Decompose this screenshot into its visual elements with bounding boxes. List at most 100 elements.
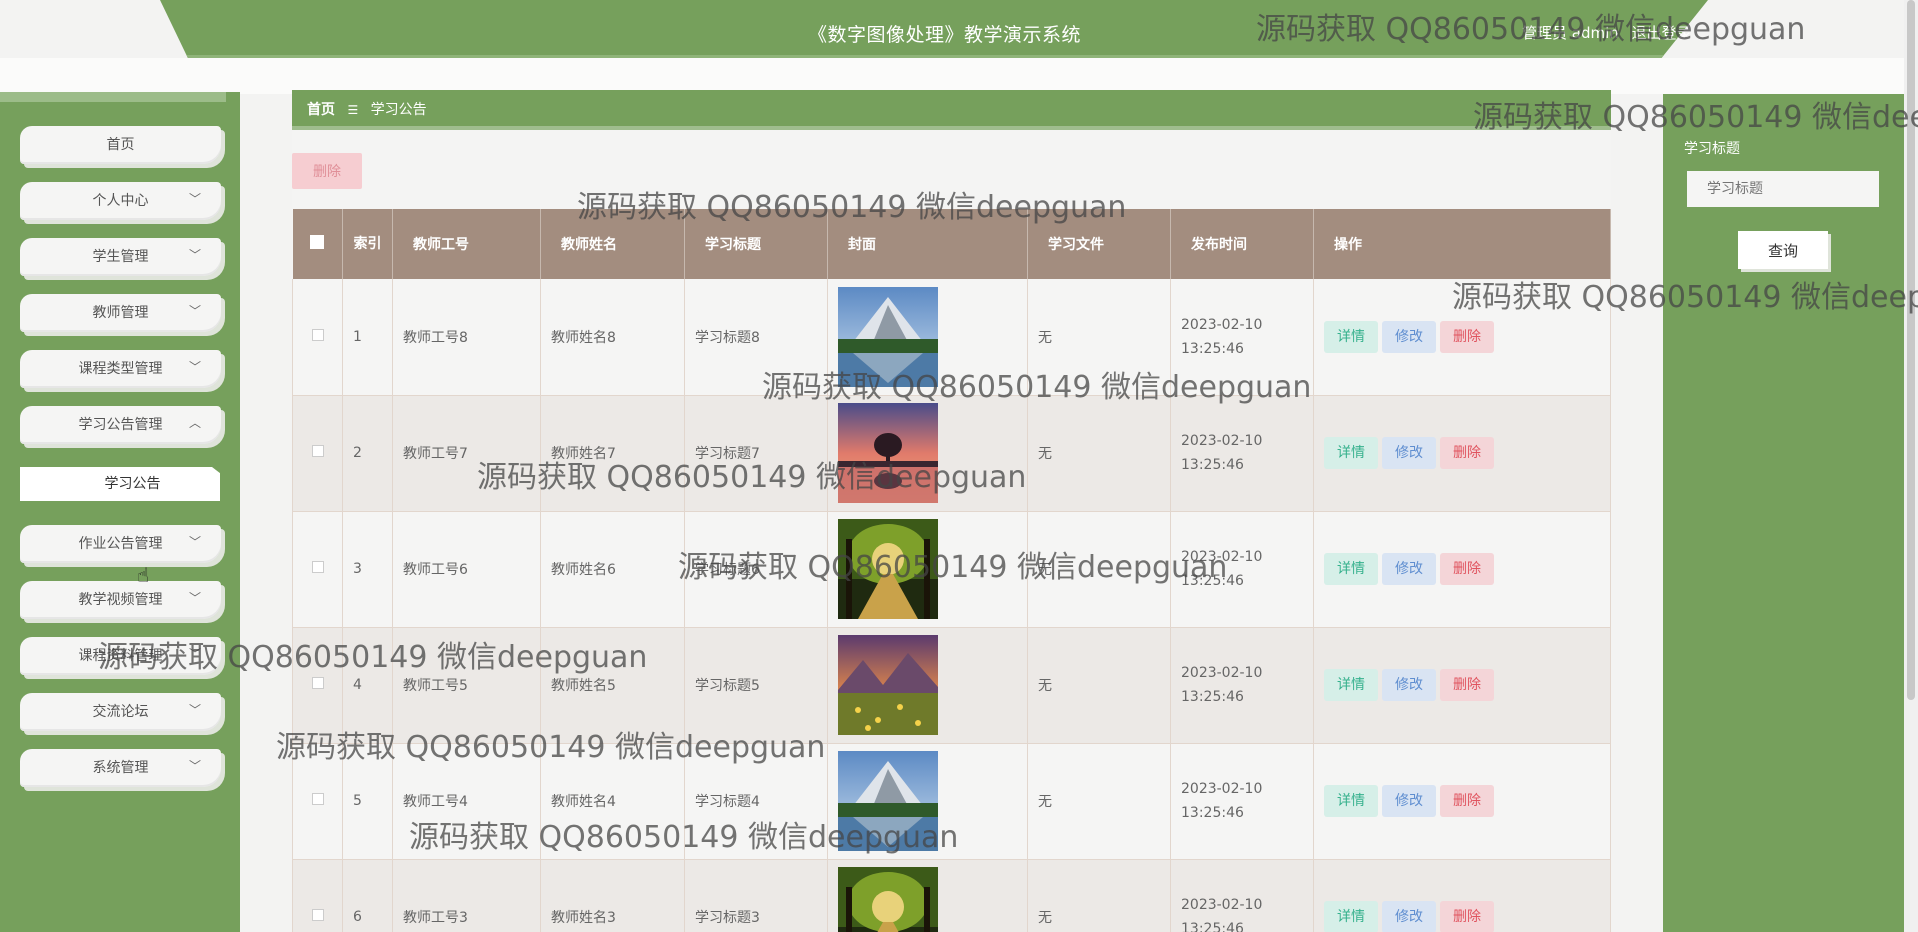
- chevron-down-icon: ﹀: [188, 192, 201, 206]
- row-checkbox[interactable]: [311, 793, 324, 805]
- sidebar-item-1[interactable]: 个人中心 ﹀: [20, 182, 221, 220]
- cell-actions: 详情 修改 删除: [1313, 395, 1611, 512]
- breadcrumb-separator-icon: ☰: [347, 103, 359, 117]
- table-row: 4 教师工号5 教师姓名5 学习标题5 无 2023-02-10 13:25:46 详情 修改…: [292, 627, 1611, 744]
- cell-index: 1: [342, 279, 393, 396]
- cover-image[interactable]: [838, 403, 1027, 503]
- cell-teacher-name: 教师姓名3: [540, 859, 685, 932]
- delete-button[interactable]: 删除: [1440, 320, 1494, 353]
- cover-image[interactable]: [838, 519, 1027, 619]
- chevron-up-icon: ︿: [188, 416, 201, 430]
- cell-index: 5: [342, 743, 393, 860]
- cell-title: 学习标题5: [684, 627, 828, 744]
- cell-cover: [827, 859, 1028, 932]
- cell-title: 学习标题6: [684, 511, 828, 628]
- row-checkbox-cell: [292, 279, 343, 396]
- delete-button[interactable]: 删除: [1440, 669, 1494, 701]
- notice-table: 索引 教师工号 教师姓名 学习标题 封面 学习文件 发布时间 操作 1 教师工号8…: [292, 209, 1611, 932]
- sidebar-item-label: 系统管理: [92, 760, 149, 776]
- sidebar-item-8[interactable]: 课程资料管理 ﹀: [20, 637, 221, 675]
- cell-cover: [827, 395, 1028, 512]
- cell-teacher-name: 教师姓名4: [540, 743, 685, 860]
- cell-cover: [827, 743, 1028, 860]
- cell-title: 学习标题7: [684, 395, 828, 512]
- delete-button[interactable]: 删除: [1440, 437, 1494, 469]
- sidebar-item-label: 作业公告管理: [78, 536, 163, 552]
- cover-image[interactable]: [838, 751, 1027, 851]
- cover-image[interactable]: [838, 286, 1027, 387]
- row-checkbox-cell: [292, 395, 343, 512]
- logout-link[interactable]: 退出登录: [1632, 24, 1692, 42]
- chevron-down-icon: ﹀: [188, 304, 201, 318]
- chevron-down-icon: ﹀: [188, 591, 201, 605]
- chevron-down-icon: ﹀: [188, 647, 201, 661]
- select-all-checkbox[interactable]: [310, 235, 325, 249]
- cell-cover: [827, 279, 1028, 396]
- detail-button[interactable]: 详情: [1324, 669, 1378, 701]
- user-label: 管理员 admin: [1522, 24, 1619, 42]
- search-button[interactable]: 查询: [1738, 231, 1828, 269]
- col-time: 发布时间: [1170, 209, 1314, 279]
- chevron-down-icon: ﹀: [188, 248, 201, 262]
- sidebar-item-label: 课程资料管理: [78, 648, 163, 664]
- sidebar-subitem-study-notice[interactable]: 学习公告: [20, 467, 220, 501]
- cell-time: 2023-02-10 13:25:46: [1170, 395, 1314, 512]
- sidebar-item-0[interactable]: 首页: [20, 126, 221, 164]
- cell-actions: 详情 修改 删除: [1313, 279, 1611, 396]
- edit-button[interactable]: 修改: [1382, 669, 1436, 701]
- col-file: 学习文件: [1027, 209, 1171, 279]
- delete-button[interactable]: 删除: [1440, 901, 1494, 932]
- search-input[interactable]: [1687, 171, 1879, 207]
- table-row: 5 教师工号4 教师姓名4 学习标题4 无 2023-02-10 13:25:46 详情 修改…: [292, 743, 1611, 860]
- cell-teacher-id: 教师工号8: [392, 279, 541, 396]
- scrollbar-thumb[interactable]: [1907, 0, 1915, 700]
- table-row: 1 教师工号8 教师姓名8 学习标题8 无 2023-02-10 13:25:46 详情 修改…: [292, 279, 1611, 396]
- sidebar-cap: [0, 92, 226, 102]
- delete-button[interactable]: 删除: [1440, 553, 1494, 585]
- row-checkbox[interactable]: [311, 677, 324, 689]
- detail-button[interactable]: 详情: [1324, 437, 1378, 469]
- sidebar-item-label: 学习公告管理: [78, 417, 163, 433]
- sidebar-item-10[interactable]: 系统管理 ﹀: [20, 749, 221, 787]
- cover-image[interactable]: [838, 635, 1027, 735]
- sidebar-item-9[interactable]: 交流论坛 ﹀: [20, 693, 221, 731]
- delete-button[interactable]: 删除: [1440, 785, 1494, 817]
- detail-button[interactable]: 详情: [1324, 901, 1378, 932]
- cell-index: 3: [342, 511, 393, 628]
- cell-time: 2023-02-10 13:25:46: [1170, 511, 1314, 628]
- edit-button[interactable]: 修改: [1382, 437, 1436, 469]
- row-checkbox[interactable]: [311, 561, 324, 573]
- row-checkbox[interactable]: [311, 445, 324, 457]
- sidebar-item-label: 学生管理: [92, 249, 149, 265]
- mouse-cursor-icon: ☝: [137, 563, 150, 587]
- col-index: 索引: [342, 209, 393, 279]
- edit-button[interactable]: 修改: [1382, 785, 1436, 817]
- row-checkbox[interactable]: [311, 328, 324, 341]
- col-teacher-id: 教师工号: [392, 209, 541, 279]
- detail-button[interactable]: 详情: [1324, 320, 1378, 353]
- sidebar-item-5[interactable]: 学习公告管理 ︿: [20, 406, 221, 444]
- sidebar-item-2[interactable]: 学生管理 ﹀: [20, 238, 221, 276]
- sidebar-item-7[interactable]: 教学视频管理 ﹀: [20, 581, 221, 619]
- row-checkbox-cell: [292, 627, 343, 744]
- header-band: [0, 58, 1918, 94]
- detail-button[interactable]: 详情: [1324, 553, 1378, 585]
- table-header-row: 索引 教师工号 教师姓名 学习标题 封面 学习文件 发布时间 操作: [292, 209, 1611, 279]
- row-checkbox-cell: [292, 511, 343, 628]
- batch-delete-button[interactable]: 删除: [292, 153, 362, 189]
- row-checkbox[interactable]: [311, 909, 324, 921]
- edit-button[interactable]: 修改: [1382, 901, 1436, 932]
- cell-actions: 详情 修改 删除: [1313, 511, 1611, 628]
- sidebar-item-6[interactable]: 作业公告管理 ﹀: [20, 525, 221, 563]
- sidebar-item-3[interactable]: 教师管理 ﹀: [20, 294, 221, 332]
- breadcrumb-current: 学习公告: [370, 102, 427, 118]
- breadcrumb-home[interactable]: 首页: [307, 102, 335, 118]
- cell-actions: 详情 修改 删除: [1313, 743, 1611, 860]
- col-cover: 封面: [827, 209, 1028, 279]
- sidebar-item-4[interactable]: 课程类型管理 ﹀: [20, 350, 221, 388]
- edit-button[interactable]: 修改: [1382, 553, 1436, 585]
- edit-button[interactable]: 修改: [1382, 320, 1436, 353]
- cover-image[interactable]: [838, 867, 1027, 932]
- detail-button[interactable]: 详情: [1324, 785, 1378, 817]
- cell-cover: [827, 511, 1028, 628]
